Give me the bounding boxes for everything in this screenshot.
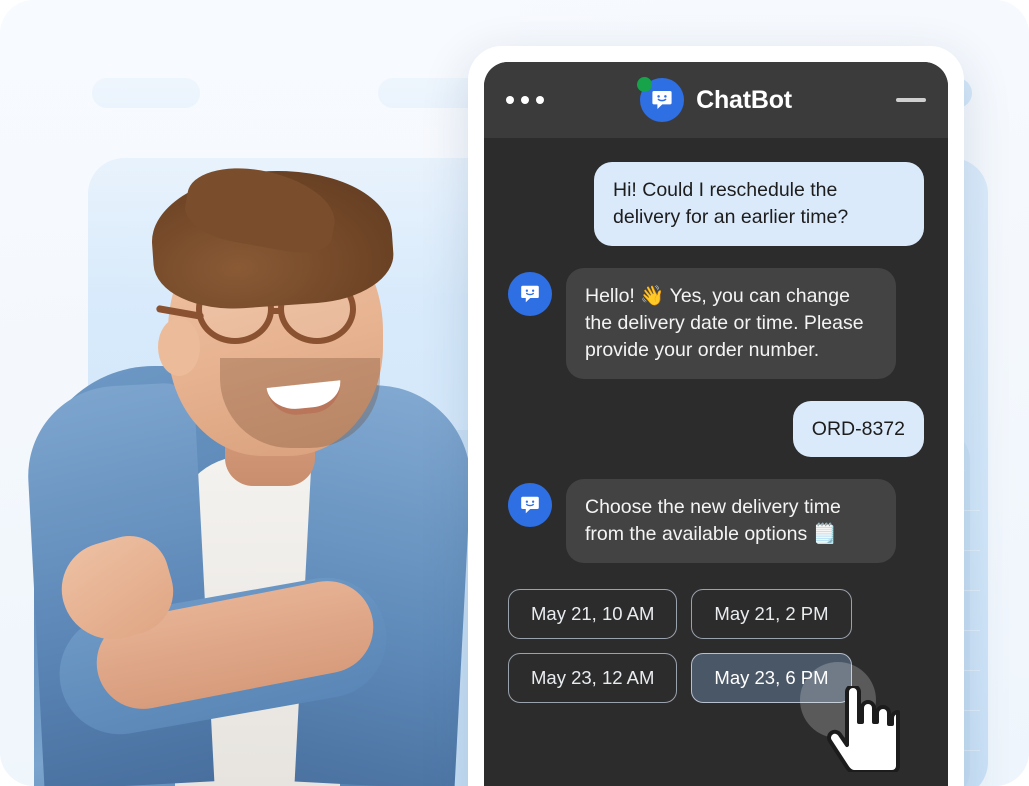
- chatbot-avatar-icon: [508, 483, 552, 528]
- page-canvas: ChatBot Hi! Could I reschedule the deliv…: [0, 0, 1029, 786]
- message-row: ORD-8372: [508, 400, 924, 458]
- chat-brand: ChatBot: [484, 77, 948, 122]
- message-bubble-user: Hi! Could I reschedule the delivery for …: [594, 162, 924, 246]
- minimize-button[interactable]: [896, 98, 926, 102]
- online-status-dot: [637, 77, 653, 92]
- quick-reply-option-selected[interactable]: May 23, 6 PM: [691, 653, 852, 704]
- message-bubble-order-number: ORD-8372: [792, 400, 924, 458]
- quick-reply-option[interactable]: May 21, 10 AM: [508, 589, 678, 640]
- three-dots-icon[interactable]: [506, 96, 544, 104]
- message-bubble-bot: Choose the new delivery time from the av…: [566, 479, 896, 564]
- person-photo: [0, 86, 520, 786]
- quick-reply-option[interactable]: May 21, 2 PM: [691, 589, 852, 640]
- chat-widget: ChatBot Hi! Could I reschedule the deliv…: [484, 62, 948, 786]
- quick-reply-options: May 21, 10 AM May 21, 2 PM May 23, 12 AM…: [508, 585, 924, 729]
- chat-message-list: Hi! Could I reschedule the delivery for …: [484, 138, 948, 786]
- quick-reply-option[interactable]: May 23, 12 AM: [508, 653, 678, 704]
- chat-title: ChatBot: [696, 85, 792, 114]
- message-row: Choose the new delivery time from the av…: [508, 479, 924, 564]
- chatbot-avatar-icon: [508, 271, 552, 316]
- message-row: Hi! Could I reschedule the delivery for …: [508, 162, 924, 246]
- message-row: Hello! 👋 Yes, you can change the deliver…: [508, 267, 924, 379]
- chatbot-logo-icon: [637, 77, 685, 122]
- chat-header: ChatBot: [484, 62, 948, 138]
- message-bubble-bot: Hello! 👋 Yes, you can change the deliver…: [566, 267, 896, 379]
